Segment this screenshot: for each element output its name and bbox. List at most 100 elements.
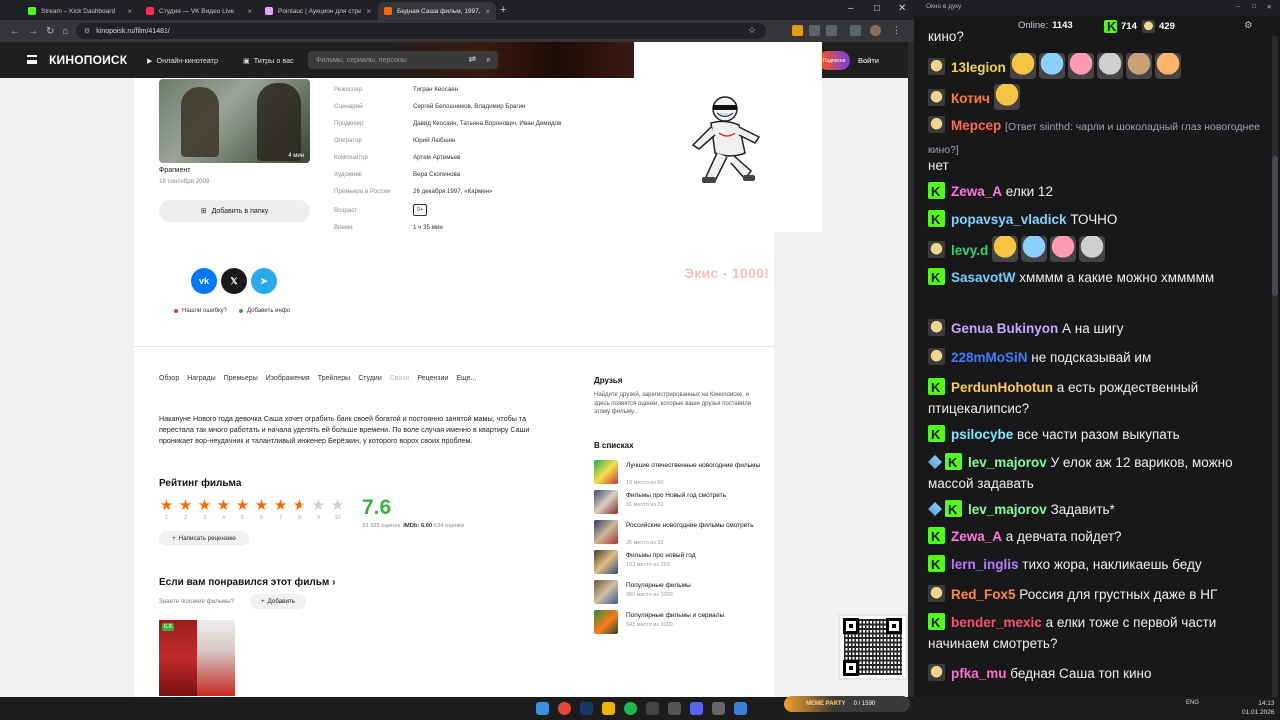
kinopoisk-logo[interactable]: КИНОПОИСК — [49, 53, 127, 67]
close-window-icon[interactable]: ✕ — [1267, 3, 1272, 11]
report-error-link[interactable]: Нашли ошибку? — [174, 308, 227, 314]
steam-icon[interactable] — [580, 702, 593, 715]
star-1[interactable]: ★ — [159, 498, 174, 513]
chat-username[interactable]: lern_inglis — [951, 557, 1019, 572]
add-to-folder-button[interactable]: ⊞ Добавить в папку — [159, 200, 310, 222]
browser-tab-pointauc[interactable]: Pointauc | Аукцион для стрим… × — [259, 2, 377, 20]
forward-icon[interactable]: → — [28, 26, 38, 37]
add-similar-button[interactable]: + Добавить — [250, 594, 306, 609]
minimize-icon[interactable]: – — [848, 3, 854, 14]
login-link[interactable]: Войти — [858, 56, 879, 65]
new-tab-icon[interactable]: + — [500, 4, 506, 16]
tab-more[interactable]: Еще... — [456, 375, 476, 382]
filter-icon[interactable]: ⇌ — [468, 54, 476, 65]
home-icon[interactable]: ⌂ — [62, 26, 68, 37]
chat-username[interactable]: 13legion — [951, 60, 1006, 75]
bookmark-star-icon[interactable]: ☆ — [748, 25, 756, 36]
search-input[interactable]: Фильмы, сериалы, персоны ⇌ ⌕ — [308, 51, 498, 69]
list-name[interactable]: Популярные фильмы и сериалы — [626, 612, 771, 620]
tab-relations[interactable]: Связи — [390, 375, 410, 382]
close-tab-icon[interactable]: × — [247, 7, 252, 16]
tab-overview[interactable]: Обзор — [159, 375, 179, 382]
close-tab-icon[interactable]: × — [127, 7, 132, 16]
tab-trailers[interactable]: Трейлеры — [318, 375, 350, 382]
chat-username[interactable]: lev_majorov — [968, 502, 1047, 517]
close-tab-icon[interactable]: × — [366, 7, 371, 16]
tab-studios[interactable]: Студии — [358, 375, 382, 382]
chat-username[interactable]: Genua Bukinyon — [951, 321, 1058, 336]
vk-share-icon[interactable]: vk — [191, 268, 217, 294]
maximize-icon[interactable]: □ — [1252, 3, 1256, 10]
star-2[interactable]: ★ — [178, 498, 193, 513]
extension-icon[interactable] — [826, 25, 837, 36]
chat-username[interactable]: pfka_mu — [951, 666, 1007, 681]
star-3[interactable]: ★ — [197, 498, 212, 513]
nav-credits[interactable]: ▣ Титры о вас — [243, 56, 294, 65]
menu-icon[interactable]: ⋮ — [892, 25, 903, 36]
x-share-icon[interactable]: 𝕏 — [221, 268, 247, 294]
subscribe-button[interactable]: Подписка — [818, 51, 850, 70]
download-icon[interactable] — [850, 25, 861, 36]
tab-awards[interactable]: Награды — [187, 375, 215, 382]
list-item[interactable]: Популярные фильмы 380 место из 1000 — [594, 580, 774, 604]
trailer-thumbnail[interactable]: 4 мин — [159, 79, 310, 163]
telegram-share-icon[interactable]: ➤ — [251, 268, 277, 294]
system-clock[interactable]: 14:13 01.01.2026 — [1242, 699, 1275, 717]
list-name[interactable]: Российские новогодние фильмы смотреть — [626, 522, 771, 530]
list-item[interactable]: Российские новогодние фильмы смотреть 26 … — [594, 520, 774, 546]
add-info-link[interactable]: Добавить инфо — [239, 308, 290, 314]
back-icon[interactable]: ← — [10, 26, 20, 37]
reload-icon[interactable]: ↻ — [46, 26, 54, 37]
list-name[interactable]: Лучшие отечественные новогодние фильмы — [626, 462, 771, 470]
chat-username[interactable]: lev_majorov — [968, 455, 1047, 470]
avatar[interactable] — [870, 25, 881, 36]
list-name[interactable]: Фильмы про новый год — [626, 552, 771, 560]
browser-tab-kick[interactable]: Stream – Kick Dashboard × — [22, 2, 138, 20]
list-item[interactable]: Популярные фильмы и сериалы 543 место из … — [594, 610, 774, 634]
star-6[interactable]: ★ — [254, 498, 269, 513]
star-10[interactable]: ★ — [330, 498, 345, 513]
chat-username[interactable]: Мерсер — [951, 118, 1001, 133]
chat-username[interactable]: psilocybe — [951, 427, 1013, 442]
maximize-icon[interactable]: □ — [874, 3, 880, 14]
close-window-icon[interactable]: ✕ — [898, 3, 906, 14]
chat-username[interactable]: popavsya_vladick — [951, 212, 1067, 227]
site-info-icon[interactable]: ⚙ — [84, 27, 90, 35]
chat-username[interactable]: Zewa_A — [951, 184, 1002, 199]
app-icon[interactable] — [712, 702, 725, 715]
chat-username[interactable]: 228mMoSiN — [951, 350, 1028, 365]
similar-title[interactable]: Если вам понравился этот фильм › — [159, 577, 335, 588]
list-item[interactable]: Фильмы про Новый год смотреть 31 место из… — [594, 490, 774, 514]
star-7[interactable]: ★ — [273, 498, 288, 513]
chat-username[interactable]: SasavotW — [951, 270, 1016, 285]
spotify-icon[interactable] — [624, 702, 637, 715]
app-icon[interactable] — [668, 702, 681, 715]
extension-icon[interactable] — [792, 25, 803, 36]
star-rating-widget[interactable]: ★ ★ ★ ★ ★ ★ ★ ★ ★ ★ — [159, 498, 345, 513]
start-icon[interactable] — [536, 702, 549, 715]
chat-username[interactable]: Red_Fox5 — [951, 587, 1016, 602]
explorer-icon[interactable] — [602, 702, 615, 715]
tab-premieres[interactable]: Премьеры — [224, 375, 258, 382]
write-review-button[interactable]: + Написать рецензию — [159, 531, 249, 546]
browser-tab-vk[interactable]: Студия — VK Видео Live × — [140, 2, 258, 20]
nav-online-cinema[interactable]: ▶ Онлайн-кинотеатр — [147, 56, 218, 65]
discord-icon[interactable] — [690, 702, 703, 715]
close-tab-icon[interactable]: × — [485, 7, 490, 16]
minimize-icon[interactable]: – — [1236, 3, 1240, 10]
list-item[interactable]: Лучшие отечественные новогодние фильмы 13… — [594, 460, 774, 486]
chrome-icon[interactable] — [558, 702, 571, 715]
browser-tab-kinopoisk[interactable]: Бедная Саша фильм, 1997, д… × — [378, 2, 496, 20]
star-4[interactable]: ★ — [216, 498, 231, 513]
app-icon[interactable] — [734, 702, 747, 715]
star-9[interactable]: ★ — [311, 498, 326, 513]
chat-username[interactable]: Zewa_A — [951, 529, 1002, 544]
tab-images[interactable]: Изображения — [266, 375, 310, 382]
list-item[interactable]: Фильмы про новый год 103 место из 293 — [594, 550, 774, 574]
scroll-thumb[interactable] — [1272, 156, 1278, 296]
chat-username[interactable]: bender_mexic — [951, 615, 1042, 630]
address-bar[interactable]: ⚙ kinopoisk.ru/film/41481/ — [76, 23, 766, 39]
list-name[interactable]: Фильмы про Новый год смотреть — [626, 492, 771, 500]
similar-poster[interactable]: 6.8 — [159, 620, 197, 696]
app-icon[interactable] — [646, 702, 659, 715]
